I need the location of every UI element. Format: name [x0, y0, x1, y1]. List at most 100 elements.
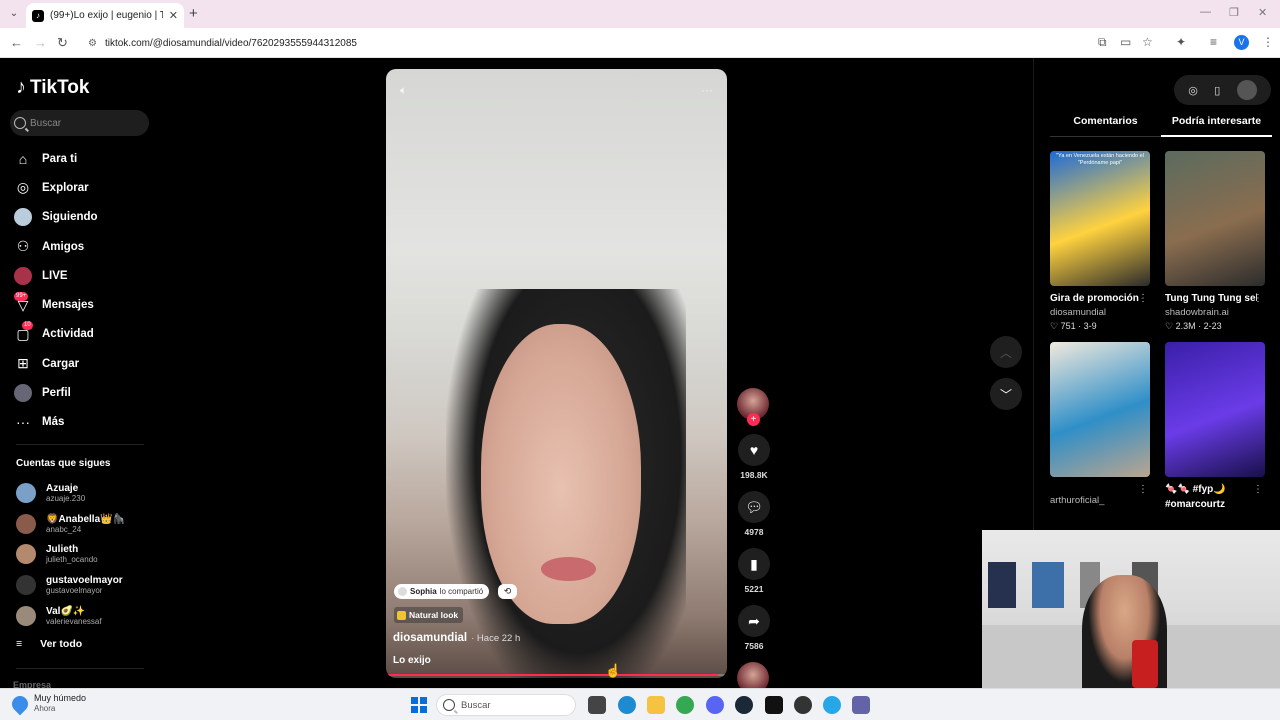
file-explorer-icon[interactable] [647, 696, 665, 714]
nav-label: Para ti [42, 152, 78, 165]
tab-podria-interesarte[interactable]: Podría interesarte [1161, 115, 1272, 137]
site-info-icon[interactable]: ⚙ [88, 38, 97, 49]
obs-icon[interactable] [794, 696, 812, 714]
effect-tag[interactable]: Natural look [394, 607, 464, 623]
nav-item-para-ti[interactable]: ⌂ Para ti [14, 144, 154, 173]
previous-video-icon[interactable]: ︿ [990, 336, 1022, 368]
nav-item-cargar[interactable]: ⊞ Cargar [14, 349, 154, 378]
following-item[interactable]: Julieth julieth_ocando [16, 539, 156, 570]
comment-icon[interactable]: 💬︎ [738, 491, 770, 523]
back-icon[interactable]: ← [10, 35, 23, 50]
video-progress-bar[interactable] [388, 674, 725, 676]
edge-icon[interactable] [618, 696, 636, 714]
sidebar-divider [16, 668, 144, 669]
new-tab-icon[interactable]: + [189, 5, 198, 22]
volume-icon[interactable]: 🔈︎ [400, 83, 407, 98]
nav-item-mensajes[interactable]: ▽ 99+ Mensajes [14, 290, 154, 319]
windows-start-icon[interactable] [411, 697, 427, 713]
more-options-icon[interactable]: ··· [701, 83, 713, 97]
suggested-card[interactable]: arthuroficial_ ⋮ [1050, 342, 1150, 512]
nav-item-live[interactable]: LIVE [14, 261, 154, 290]
nav-item-perfil[interactable]: Perfil [14, 378, 154, 407]
card-more-icon[interactable]: ⋮ [1253, 484, 1263, 495]
tiktok-logo[interactable]: ♪ TikTok [16, 76, 89, 99]
nav-item-siguiendo[interactable]: Siguiendo [14, 203, 154, 232]
nav-item-mas[interactable]: ··· Más [14, 408, 154, 437]
card-more-icon[interactable]: ⋮ [1138, 293, 1148, 304]
tiktok-favicon-icon: ♪ [32, 9, 44, 22]
card-thumbnail[interactable] [1050, 342, 1150, 477]
weather-widget[interactable]: Muy húmedo Ahora [8, 692, 86, 715]
restore-icon[interactable]: ❐ [1229, 6, 1239, 19]
compass-icon: ◎ [16, 179, 30, 196]
card-author[interactable]: shadowbrain.ai [1165, 307, 1265, 318]
tab-close-icon[interactable]: ✕ [169, 9, 178, 22]
browser-menu-icon[interactable]: ⋮ [1262, 35, 1274, 49]
chrome-icon[interactable] [676, 696, 694, 714]
mouse-cursor-icon: ☝ [605, 663, 622, 678]
forward-icon[interactable]: → [34, 35, 47, 50]
author-name[interactable]: diosamundial [393, 632, 467, 644]
following-item[interactable]: gustavoelmayor gustavoelmayor [16, 570, 156, 601]
repost-icon[interactable]: ⟲ [498, 584, 517, 599]
shared-by-chip[interactable]: Sophia lo compartió [394, 584, 490, 599]
reload-icon[interactable]: ↻ [57, 35, 68, 51]
nav-label: LIVE [42, 269, 68, 282]
tiktok-app-icon[interactable] [765, 696, 783, 714]
url-input[interactable]: ⚙ tiktok.com/@diosamundial/video/7620293… [80, 32, 1160, 54]
media-icon[interactable]: ≡ [1210, 35, 1217, 49]
teams-icon[interactable] [852, 696, 870, 714]
suggested-card[interactable]: 🍬🍬 #fyp🌙 #omarcourtz ⋮ [1165, 342, 1265, 512]
bookmark-icon[interactable]: ▮ [738, 548, 770, 580]
card-author[interactable]: arthuroficial_ [1050, 495, 1150, 506]
nav-item-amigos[interactable]: ⚇ Amigos [14, 232, 154, 261]
avatar [16, 605, 36, 626]
red-bottle [1132, 640, 1158, 688]
tab-search-icon[interactable]: ⌄ [6, 6, 22, 22]
compass-small-icon[interactable]: ◎ [1188, 84, 1198, 97]
minimize-icon[interactable]: — [1200, 6, 1211, 18]
tab-comentarios[interactable]: Comentarios [1050, 115, 1161, 137]
card-date: 3-9 [1083, 321, 1097, 331]
discord-icon[interactable] [706, 696, 724, 714]
share-icon[interactable]: ➦ [738, 605, 770, 637]
card-more-icon[interactable]: ⋮ [1138, 484, 1148, 495]
task-view-icon[interactable] [588, 696, 606, 714]
extensions-icon[interactable]: ✦ [1176, 35, 1186, 49]
see-all-button[interactable]: ≡ Ver todo [16, 638, 82, 650]
phone-icon[interactable]: ▯ [1214, 84, 1220, 97]
following-item[interactable]: 🦁Anabella👑🦍 anabc_24 [16, 509, 156, 540]
nav-label: Amigos [42, 240, 85, 253]
user-avatar[interactable] [1236, 80, 1257, 100]
translate-icon[interactable]: ⧉ [1098, 35, 1107, 50]
nav-item-actividad[interactable]: ▢ 10 Actividad [14, 320, 154, 349]
steam-icon[interactable] [735, 696, 753, 714]
cast-icon[interactable]: ▭ [1120, 35, 1131, 49]
wall-poster [988, 562, 1016, 608]
creator-avatar[interactable]: + [737, 388, 769, 426]
live-icon [14, 266, 32, 285]
taskbar-search[interactable]: Buscar [436, 694, 576, 716]
card-thumbnail[interactable] [1165, 342, 1265, 477]
video-player[interactable]: 🔈︎ ··· Sophia lo compartió ⟲ Natural loo… [386, 69, 727, 678]
bookmark-star-icon[interactable]: ☆ [1142, 35, 1153, 49]
card-date: 2-23 [1203, 321, 1222, 331]
card-author[interactable]: diosamundial [1050, 307, 1150, 318]
search-input[interactable]: Buscar [10, 110, 149, 136]
suggested-card[interactable]: Tung Tung Tung sells luxury bags... shad… [1165, 151, 1265, 332]
next-video-icon[interactable]: ﹀ [990, 378, 1022, 410]
suggested-card[interactable]: "Ya en Venezuela están haciendo el "Perd… [1050, 151, 1150, 332]
card-thumbnail[interactable] [1165, 151, 1265, 286]
close-window-icon[interactable]: ✕ [1258, 6, 1267, 19]
following-item[interactable]: Azuaje azuaje.230 [16, 478, 156, 509]
follow-plus-icon[interactable]: + [747, 413, 760, 426]
profile-avatar[interactable]: V [1234, 35, 1249, 50]
nav-item-explorar[interactable]: ◎ Explorar [14, 173, 154, 202]
card-more-icon[interactable]: ⋮ [1253, 293, 1263, 304]
following-handle: anabc_24 [46, 524, 82, 534]
card-thumbnail[interactable]: "Ya en Venezuela están haciendo el "Perd… [1050, 151, 1150, 286]
browser-tab[interactable]: ♪ (99+)Lo exijo | eugenio | TikTok ✕ [26, 3, 184, 28]
heart-icon[interactable]: ♥ [738, 434, 770, 466]
following-item[interactable]: Val🥑✨ valerievanessaf [16, 600, 156, 631]
telegram-icon[interactable] [823, 696, 841, 714]
